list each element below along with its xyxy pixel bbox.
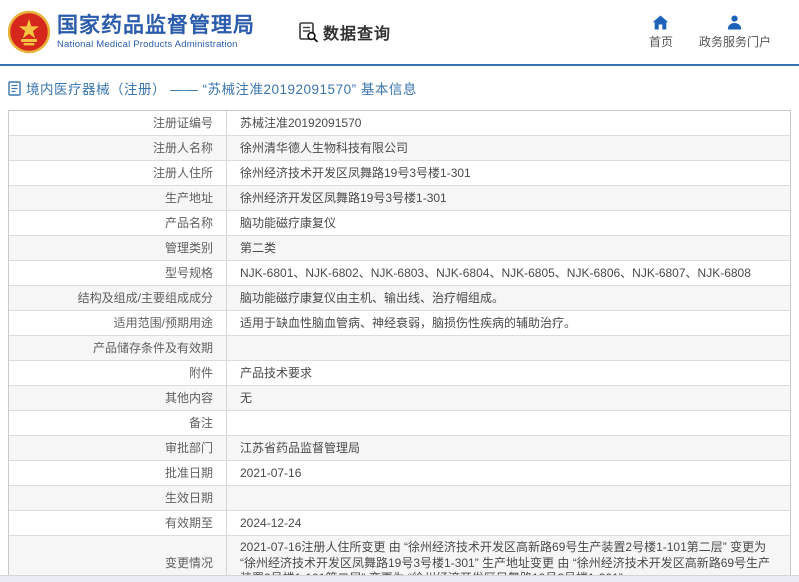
table-row: 注册证编号苏械注准20192091570: [9, 111, 790, 136]
table-row: 型号规格NJK-6801、NJK-6802、NJK-6803、NJK-6804、…: [9, 261, 790, 286]
row-label: 备注: [9, 411, 227, 435]
table-row: 注册人名称徐州清华德人生物科技有限公司: [9, 136, 790, 161]
registration-info-table: 注册证编号苏械注准20192091570 注册人名称徐州清华德人生物科技有限公司…: [8, 110, 791, 582]
data-query-label: 数据查询: [323, 20, 391, 44]
row-label: 有效期至: [9, 511, 227, 535]
row-value: 苏械注准20192091570: [227, 111, 790, 135]
table-row: 适用范围/预期用途适用于缺血性脑血管病、神经衰弱，脑损伤性疾病的辅助治疗。: [9, 311, 790, 336]
breadcrumb: 境内医疗器械（注册） —— “苏械注准20192091570” 基本信息: [0, 66, 799, 108]
row-value: 无: [227, 386, 790, 410]
row-value: 2024-12-24: [227, 511, 790, 535]
table-row: 附件产品技术要求: [9, 361, 790, 386]
site-subtitle: National Medical Products Administration: [57, 38, 255, 51]
row-value: 2021-07-16: [227, 461, 790, 485]
row-value: 脑功能磁疗康复仪由主机、输出线、治疗帽组成。: [227, 286, 790, 310]
row-value: 产品技术要求: [227, 361, 790, 385]
table-row: 生效日期: [9, 486, 790, 511]
row-label: 注册人名称: [9, 136, 227, 160]
national-emblem-icon: [8, 10, 50, 54]
table-row: 批准日期2021-07-16: [9, 461, 790, 486]
row-label: 生效日期: [9, 486, 227, 510]
row-label: 生产地址: [9, 186, 227, 210]
row-label: 审批部门: [9, 436, 227, 460]
data-query-nav[interactable]: 数据查询: [297, 20, 391, 44]
row-label: 产品储存条件及有效期: [9, 336, 227, 360]
nav-home[interactable]: 首页: [649, 15, 673, 50]
table-row: 备注: [9, 411, 790, 436]
table-row: 审批部门江苏省药品监督管理局: [9, 436, 790, 461]
row-label: 注册证编号: [9, 111, 227, 135]
row-value: 江苏省药品监督管理局: [227, 436, 790, 460]
row-value: 徐州清华德人生物科技有限公司: [227, 136, 790, 160]
breadcrumb-text: 境内医疗器械（注册） —— “苏械注准20192091570” 基本信息: [26, 78, 417, 98]
row-label: 注册人住所: [9, 161, 227, 185]
row-label: 型号规格: [9, 261, 227, 285]
row-label: 其他内容: [9, 386, 227, 410]
row-value: 徐州经济技术开发区凤舞路19号3号楼1-301: [227, 161, 790, 185]
page-icon: [8, 81, 21, 96]
row-label: 附件: [9, 361, 227, 385]
site-title: 国家药品监督管理局: [57, 14, 255, 38]
row-value: 脑功能磁疗康复仪: [227, 211, 790, 235]
row-label: 结构及组成/主要组成成分: [9, 286, 227, 310]
table-row: 管理类别第二类: [9, 236, 790, 261]
row-label: 产品名称: [9, 211, 227, 235]
nav-home-label: 首页: [649, 33, 673, 50]
nav-gov-portal[interactable]: 政务服务门户: [699, 15, 771, 50]
site-header: 国家药品监督管理局 National Medical Products Admi…: [0, 0, 799, 66]
row-value: NJK-6801、NJK-6802、NJK-6803、NJK-6804、NJK-…: [227, 261, 790, 285]
footer-strip: [0, 575, 799, 582]
table-row: 有效期至2024-12-24: [9, 511, 790, 536]
site-logo: 国家药品监督管理局 National Medical Products Admi…: [8, 10, 255, 54]
row-value: [227, 411, 790, 435]
table-row: 生产地址徐州经济开发区凤舞路19号3号楼1-301: [9, 186, 790, 211]
row-value: [227, 486, 790, 510]
row-label: 批准日期: [9, 461, 227, 485]
user-icon: [727, 15, 742, 30]
row-value: 第二类: [227, 236, 790, 260]
row-value: 适用于缺血性脑血管病、神经衰弱，脑损伤性疾病的辅助治疗。: [227, 311, 790, 335]
row-label: 管理类别: [9, 236, 227, 260]
row-value: [227, 336, 790, 360]
home-icon: [652, 15, 669, 30]
table-row: 注册人住所徐州经济技术开发区凤舞路19号3号楼1-301: [9, 161, 790, 186]
nav-gov-portal-label: 政务服务门户: [699, 33, 771, 50]
table-row: 产品储存条件及有效期: [9, 336, 790, 361]
row-value: 徐州经济开发区凤舞路19号3号楼1-301: [227, 186, 790, 210]
table-row: 其他内容无: [9, 386, 790, 411]
table-row: 结构及组成/主要组成成分脑功能磁疗康复仪由主机、输出线、治疗帽组成。: [9, 286, 790, 311]
document-search-icon: [297, 21, 319, 43]
table-row: 产品名称脑功能磁疗康复仪: [9, 211, 790, 236]
row-label: 适用范围/预期用途: [9, 311, 227, 335]
